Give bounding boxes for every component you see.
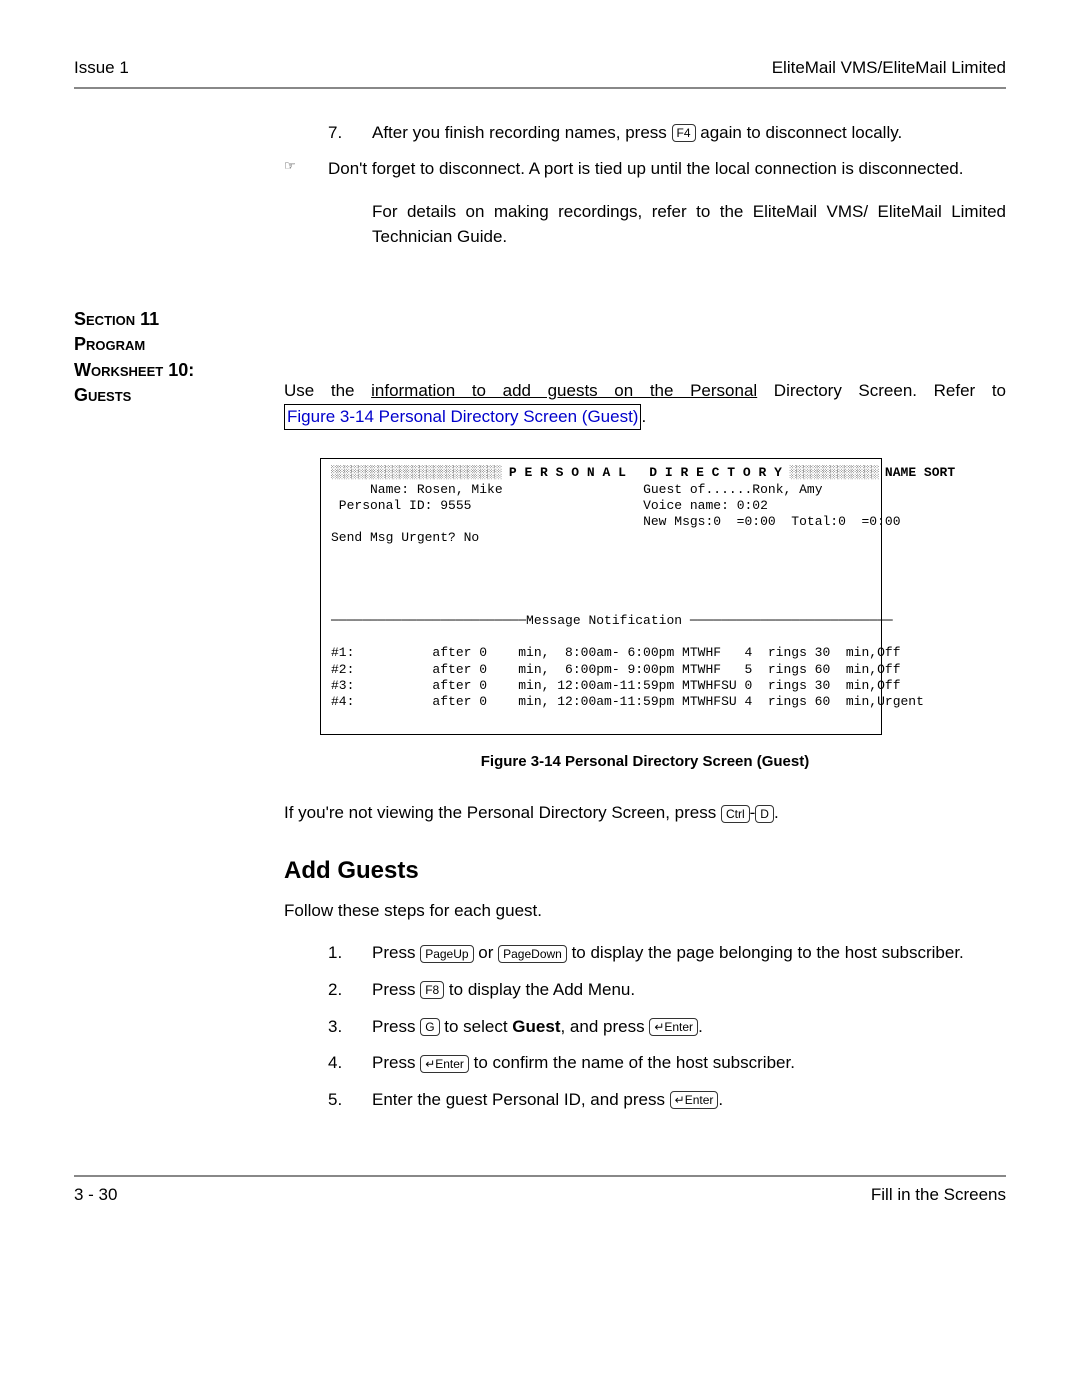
step-body: After you finish recording names, press … (372, 121, 1006, 146)
step-number: 7. (328, 121, 372, 146)
page-footer: 3 - 30 Fill in the Screens (74, 1175, 1006, 1208)
step-5: 5. Enter the guest Personal ID, and pres… (284, 1088, 1006, 1113)
step-4: 4. Press ↵Enter to confirm the name of t… (284, 1051, 1006, 1076)
key-pagedown: PageDown (498, 945, 567, 963)
header-left: Issue 1 (74, 56, 129, 81)
figure-link[interactable]: Figure 3-14 Personal Directory Screen (G… (287, 407, 638, 426)
footer-left: 3 - 30 (74, 1183, 117, 1208)
step-1: 1. Press PageUp or PageDown to display t… (284, 941, 1006, 966)
key-g: G (420, 1018, 439, 1036)
step-3: 3. Press G to select Guest, and press ↵E… (284, 1015, 1006, 1040)
key-f8: F8 (420, 981, 444, 999)
key-enter: ↵Enter (420, 1055, 469, 1073)
figure-link-box[interactable]: Figure 3-14 Personal Directory Screen (G… (284, 404, 641, 431)
add-guests-heading: Add Guests (284, 854, 1006, 889)
details-paragraph: For details on making recordings, refer … (372, 200, 1006, 249)
key-d: D (755, 805, 774, 823)
section-heading: Section 11 Program Worksheet 10: Guests (74, 307, 264, 408)
key-enter: ↵Enter (649, 1018, 698, 1036)
key-f4: F4 (672, 124, 696, 142)
key-pageup: PageUp (420, 945, 473, 963)
figure-caption: Figure 3-14 Personal Directory Screen (G… (284, 751, 1006, 773)
key-enter: ↵Enter (670, 1091, 719, 1109)
note: ☞ Don't forget to disconnect. A port is … (284, 157, 1006, 182)
top-block: 7. After you finish recording names, pre… (74, 121, 1006, 268)
section-block: Section 11 Program Worksheet 10: Guests … (74, 307, 1006, 1124)
note-icon: ☞ (284, 157, 328, 182)
page-header: Issue 1 EliteMail VMS/EliteMail Limited (74, 56, 1006, 89)
not-viewing-paragraph: If you're not viewing the Personal Direc… (284, 801, 1006, 826)
header-right: EliteMail VMS/EliteMail Limited (772, 56, 1006, 81)
page: Issue 1 EliteMail VMS/EliteMail Limited … (74, 56, 1006, 1207)
figure-screen: ░░░░░░░░░░░░░░░░░░░░░░░░░ P E R S O N A … (320, 458, 882, 735)
footer-right: Fill in the Screens (871, 1183, 1006, 1208)
note-body: Don't forget to disconnect. A port is ti… (328, 157, 1006, 182)
key-ctrl: Ctrl (721, 805, 750, 823)
follow-steps: Follow these steps for each guest. (284, 899, 1006, 924)
step-2: 2. Press F8 to display the Add Menu. (284, 978, 1006, 1003)
guests-paragraph: Use the information to add guests on the… (284, 379, 1006, 430)
step-7: 7. After you finish recording names, pre… (284, 121, 1006, 146)
